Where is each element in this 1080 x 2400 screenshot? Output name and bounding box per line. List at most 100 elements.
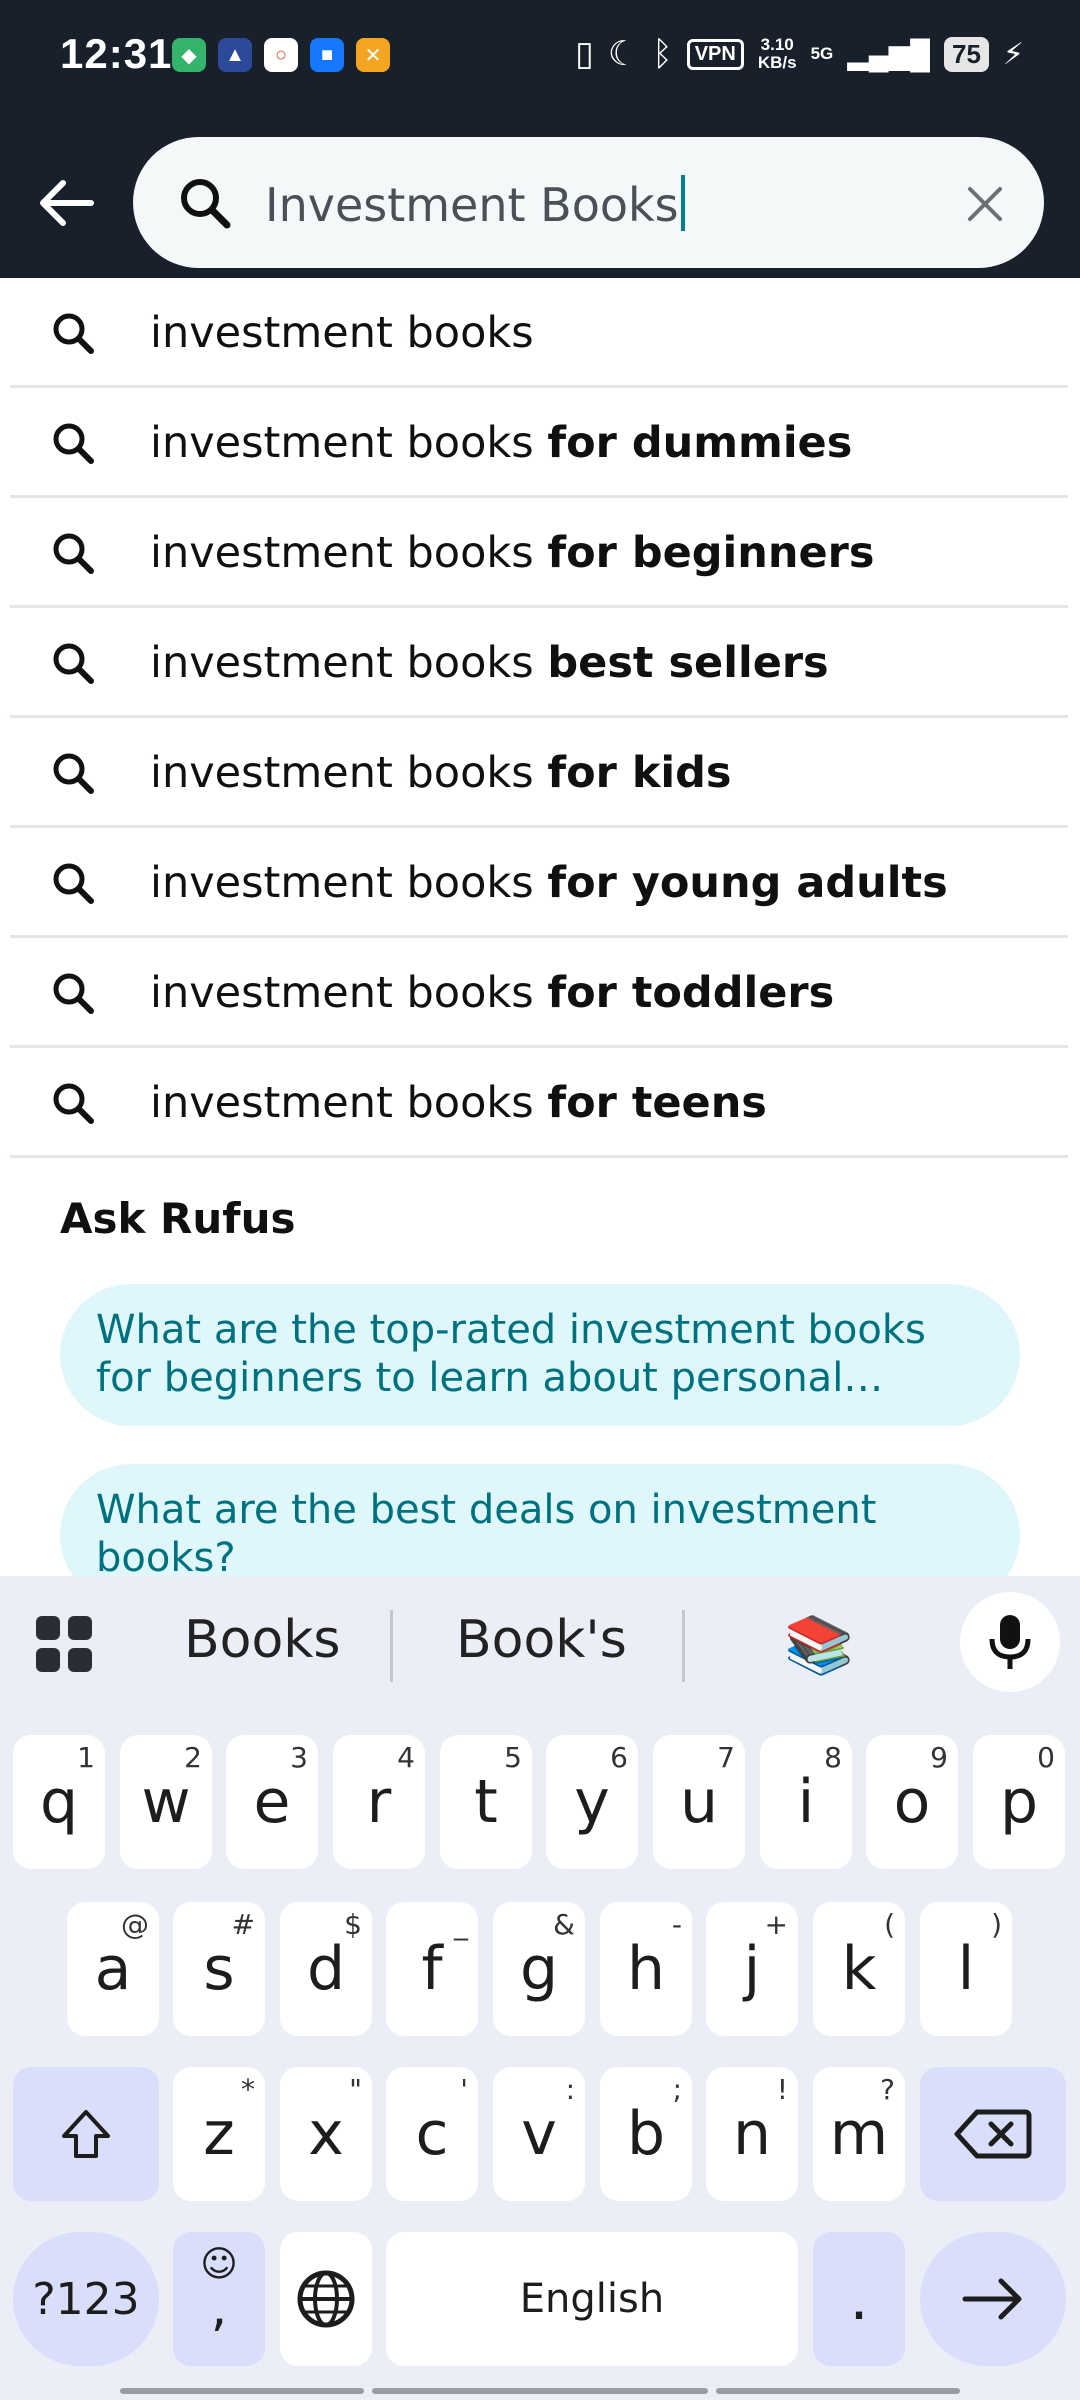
key-w[interactable]: w2 [120, 1735, 212, 1869]
key-label: x [308, 2099, 344, 2169]
symbols-key[interactable]: ?123 [13, 2232, 159, 2366]
key-y[interactable]: y6 [546, 1735, 638, 1869]
network-speed: 3.10 KB/s [758, 36, 797, 72]
key-t[interactable]: t5 [440, 1735, 532, 1869]
word-suggestion[interactable]: Book's [456, 1610, 627, 1670]
key-n[interactable]: n! [706, 2067, 798, 2201]
voice-input-button[interactable] [960, 1592, 1060, 1692]
key-label: v [521, 2099, 557, 2169]
suggestion-text: investment books for teens [150, 1078, 767, 1128]
language-globe-key[interactable] [280, 2232, 372, 2366]
app-notification-icon: ▲ [218, 38, 252, 72]
key-j[interactable]: j + [706, 1902, 798, 2036]
suggestion-text: investment books for toddlers [150, 968, 834, 1018]
key-label: y [574, 1767, 610, 1837]
key-f[interactable]: f _ [386, 1902, 478, 2036]
key-hint: ( [884, 1908, 895, 1941]
suggestion-prefix: investment books [150, 418, 534, 468]
key-d[interactable]: d $ [280, 1902, 372, 2036]
key-m[interactable]: m? [813, 2067, 905, 2201]
keyboard-menu-grid-icon[interactable] [36, 1616, 92, 1672]
key-o[interactable]: o9 [866, 1735, 958, 1869]
key-hint: + [764, 1908, 788, 1941]
search-input[interactable]: Investment Books [265, 175, 685, 232]
key-r[interactable]: r4 [333, 1735, 425, 1869]
key-e[interactable]: e3 [226, 1735, 318, 1869]
key-hint: 7 [717, 1741, 735, 1774]
suggestion-suffix: for young adults [547, 858, 948, 908]
text-cursor [680, 175, 685, 231]
suggestion-item[interactable]: investment books for teens [10, 1048, 1068, 1158]
app-header: 12:31 ◆ ▲ ○ ■ ✕ ▯ ☾ ᛒ VPN 3.10 KB/s 5G ▂… [0, 0, 1080, 278]
key-i[interactable]: i8 [760, 1735, 852, 1869]
key-q[interactable]: q1 [13, 1735, 105, 1869]
gesture-bar [120, 2388, 364, 2394]
suggestion-item[interactable]: investment books [10, 278, 1068, 388]
search-icon [53, 533, 94, 574]
key-k[interactable]: k( [813, 1902, 905, 2036]
key-x[interactable]: x " [280, 2067, 372, 2201]
microphone-icon [989, 1615, 1031, 1669]
ask-rufus-heading: Ask Rufus [60, 1194, 296, 1243]
shift-key[interactable] [13, 2067, 159, 2201]
search-bar[interactable]: Investment Books [133, 137, 1044, 268]
do-not-disturb-moon-icon: ☾ [607, 35, 639, 73]
key-b[interactable]: b; [600, 2067, 692, 2201]
suggestion-item[interactable]: investment books for beginners [10, 498, 1068, 608]
key-label: o [893, 1767, 931, 1837]
suggestion-text: investment books [150, 308, 534, 358]
suggestion-item[interactable]: investment books for toddlers [10, 938, 1068, 1048]
word-suggestion[interactable]: Books [184, 1610, 341, 1670]
key-label: e [253, 1767, 291, 1837]
key-hint: 6 [610, 1741, 628, 1774]
key-g[interactable]: g & [493, 1902, 585, 2036]
search-icon [53, 753, 94, 794]
suggestion-item[interactable]: investment books for kids [10, 718, 1068, 828]
key-c[interactable]: c ' [386, 2067, 478, 2201]
key-s[interactable]: s # [173, 1902, 265, 2036]
back-button[interactable] [30, 168, 100, 238]
space-bar[interactable]: English [386, 2232, 798, 2366]
search-icon [53, 863, 94, 904]
key-hint: ) [991, 1908, 1002, 1941]
key-p[interactable]: p0 [973, 1735, 1065, 1869]
key-h[interactable]: h- [600, 1902, 692, 2036]
back-arrow-icon [40, 180, 94, 226]
key-z[interactable]: z * [173, 2067, 265, 2201]
clear-search-button[interactable] [958, 177, 1012, 231]
key-label: h [626, 1934, 666, 2004]
suggestion-text: investment books for beginners [150, 528, 874, 578]
period-key[interactable]: . [813, 2232, 905, 2366]
suggestion-item[interactable]: investment books best sellers [10, 608, 1068, 718]
suggestion-text: investment books for dummies [150, 418, 852, 468]
vpn-badge: VPN [686, 38, 744, 70]
network-type: 5G [810, 44, 834, 63]
key-u[interactable]: u7 [653, 1735, 745, 1869]
key-l[interactable]: l) [920, 1902, 1012, 2036]
suggestion-item[interactable]: investment books for young adults [10, 828, 1068, 938]
key-label: u [679, 1767, 719, 1837]
backspace-key[interactable] [920, 2067, 1066, 2201]
key-hint: " [349, 2073, 362, 2106]
suggestion-prefix: investment books [150, 968, 534, 1018]
key-label: a [94, 1934, 132, 2004]
suggestion-suffix: for beginners [547, 528, 875, 578]
key-label: m [829, 2099, 889, 2169]
books-emoji-suggestion-icon[interactable]: 📚 [784, 1612, 854, 1678]
app-notification-icon: ◆ [172, 38, 206, 72]
key-v[interactable]: v: [493, 2067, 585, 2201]
rufus-question-chip[interactable]: What are the top-rated investment books … [60, 1284, 1020, 1426]
gesture-bar [372, 2388, 708, 2394]
key-label: r [366, 1767, 392, 1837]
globe-icon [297, 2270, 355, 2328]
key-label: , [210, 2278, 228, 2338]
suggestion-divider [682, 1610, 685, 1682]
key-a[interactable]: a @ [67, 1902, 159, 2036]
search-suggestions: investment books investment books for du… [10, 278, 1068, 1158]
speed-unit: KB/s [757, 53, 797, 72]
suggestion-item[interactable]: investment books for dummies [10, 388, 1068, 498]
go-enter-key[interactable] [920, 2232, 1066, 2366]
suggestion-text: investment books best sellers [150, 638, 829, 688]
key-label: k [841, 1934, 877, 2004]
emoji-comma-key[interactable]: ☺ , [173, 2232, 265, 2366]
